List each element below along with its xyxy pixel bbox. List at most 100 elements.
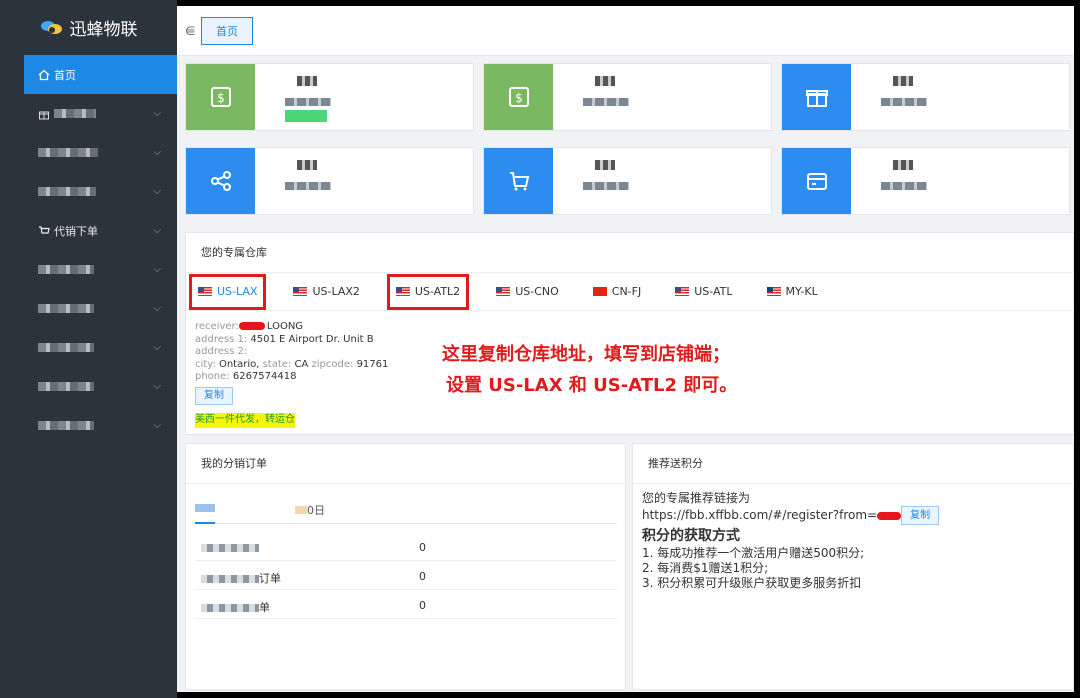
svg-text:$: $ (217, 91, 225, 105)
tab-us-atl[interactable]: US-ATL (671, 277, 736, 307)
stat-card[interactable] (185, 147, 474, 215)
distribution-orders-panel: 我的分销订单 0日 0 订单 0 单 0 (185, 443, 626, 690)
phone-value: 6267574418 (232, 371, 297, 382)
tab-label: US-LAX2 (312, 285, 360, 298)
table-row: 0 (195, 532, 617, 561)
menu-fold-icon[interactable]: ⋹ (185, 24, 197, 38)
sidebar-item-8[interactable]: ⌵ (0, 367, 177, 406)
tab-us-lax[interactable]: US-LAX (188, 273, 267, 310)
stat-card-content (553, 148, 771, 214)
stat-card-content (553, 64, 771, 130)
rule-item: 1. 每成功推荐一个激活用户赠送500积分; (642, 546, 865, 560)
panel-title: 我的分销订单 (186, 444, 625, 484)
stat-card-content (851, 64, 1069, 130)
sidebar-item-label (38, 265, 94, 274)
orders-tab-1[interactable] (195, 502, 215, 515)
row-label: 订单 (201, 570, 281, 586)
copy-link-button[interactable]: 复制 (901, 506, 940, 525)
points-body: 您的专属推荐链接为 https://fbb.xffbb.com/#/regist… (633, 484, 1073, 591)
field-label: state: (262, 358, 292, 370)
sidebar-item-6[interactable]: ⌵ (0, 289, 177, 328)
copy-address-button[interactable]: 复制 (195, 386, 233, 405)
tab-us-lax2[interactable]: US-LAX2 (289, 277, 363, 307)
sidebar-item-1[interactable]: ⌵ (0, 94, 177, 133)
rule-item: 2. 每消费$1赠送1积分; (642, 561, 769, 575)
panel-title: 您的专属仓库 (186, 233, 1073, 273)
sidebar-item-5[interactable]: ⌵ (0, 250, 177, 289)
rule-item: 3. 积分积累可升级账户获取更多服务折扣 (642, 576, 862, 590)
row-label: 单 (201, 599, 270, 615)
stat-card-content (255, 148, 473, 214)
tab-label: US-LAX (217, 285, 258, 298)
receiver-line: receiver: LOONG (195, 321, 1073, 334)
tab-my-kl[interactable]: MY-KL (763, 277, 822, 307)
address1-value: 4501 E Airport Dr. Unit B (250, 333, 374, 345)
state-value: CA (294, 358, 309, 370)
chevron-down-icon: ⌵ (153, 186, 161, 197)
annotation-text: 这里复制仓库地址，填写到店铺端； 设置 US-LAX 和 US-ATL2 即可。 (442, 339, 737, 401)
money-icon: $ (484, 64, 553, 130)
sidebar-item-7[interactable]: ⌵ (0, 328, 177, 367)
tab-label: US-ATL (694, 285, 733, 298)
row-label (201, 541, 259, 554)
stat-card[interactable]: $ (185, 63, 474, 131)
cn-flag-icon (592, 287, 607, 296)
stat-card[interactable] (781, 147, 1070, 215)
my-flag-icon (766, 287, 781, 296)
chevron-down-icon: ⌵ (153, 303, 161, 314)
stat-card[interactable] (483, 147, 772, 215)
referral-link[interactable]: https://fbb.xffbb.com/#/register?from= (642, 508, 877, 523)
stat-card-content (851, 148, 1069, 214)
stat-card[interactable] (781, 63, 1070, 131)
tab-home[interactable]: 首页 (201, 16, 253, 45)
share-icon (186, 148, 255, 214)
annotation-line: 设置 US-LAX 和 US-ATL2 即可。 (446, 375, 738, 396)
tab-label: MY-KL (785, 285, 818, 298)
table-row: 订单 0 (195, 561, 617, 590)
chevron-down-icon: ⌵ (153, 108, 161, 119)
us-flag-icon (675, 287, 690, 296)
chevron-down-icon: ⌵ (153, 381, 161, 392)
points-rules-title: 积分的获取方式 (642, 528, 740, 544)
tab-cn-fj[interactable]: CN-FJ (589, 277, 645, 307)
referral-link-row: https://fbb.xffbb.com/#/register?from= 复… (642, 506, 1073, 525)
field-label: zipcode: (311, 358, 354, 370)
warehouse-tabs: US-LAX US-LAX2 US-ATL2 US-CNO CN-FJ US-A… (186, 273, 1073, 311)
sidebar-item-9[interactable]: ⌵ (0, 406, 177, 445)
sidebar-item-dropship-order[interactable]: 代销下单 ⌵ (0, 211, 177, 250)
svg-text:$: $ (515, 91, 523, 105)
row-value: 0 (419, 599, 426, 612)
sidebar-item-2[interactable]: ⌵ (0, 133, 177, 172)
gift-icon (38, 108, 50, 120)
top-bar: ⋹ 首页 (177, 6, 1074, 56)
sidebar-item-label (38, 343, 94, 352)
sidebar-item-home[interactable]: 首页 (24, 55, 177, 94)
sidebar-item-label (38, 304, 94, 313)
orders-tab-2[interactable]: 0日 (295, 502, 325, 518)
money-icon: $ (186, 64, 255, 130)
row-value: 0 (419, 541, 426, 554)
warehouse-panel: 您的专属仓库 US-LAX US-LAX2 US-ATL2 US-CNO CN-… (185, 232, 1074, 435)
field-label: receiver: (195, 321, 239, 332)
app-logo[interactable]: 迅蜂物联 (0, 0, 177, 55)
annotation-line: 这里复制仓库地址，填写到店铺端； (442, 344, 730, 365)
panel-title: 推荐送积分 (633, 444, 1073, 484)
field-label: address 2: (195, 346, 248, 357)
referral-link-label: 您的专属推荐链接为 (642, 491, 751, 505)
us-flag-icon (198, 287, 212, 296)
sidebar-item-label (38, 187, 96, 196)
sidebar: 迅蜂物联 首页 ⌵ ⌵ ⌵ 代销下单 ⌵ ⌵ ⌵ ⌵ ⌵ ⌵ (0, 0, 177, 698)
tab-us-cno[interactable]: US-CNO (492, 277, 563, 307)
tab-us-atl2[interactable]: US-ATL2 (386, 273, 470, 310)
us-flag-icon (496, 287, 511, 296)
tab-label: 0日 (307, 504, 325, 517)
sidebar-item-3[interactable]: ⌵ (0, 172, 177, 211)
tab-label: US-CNO (515, 285, 559, 298)
stat-card[interactable]: $ (483, 63, 772, 131)
row-value: 0 (419, 570, 426, 583)
wallet-icon (782, 148, 851, 214)
app-name: 迅蜂物联 (69, 20, 138, 40)
field-label: address 1: (195, 333, 248, 345)
gift-icon (782, 64, 851, 130)
stat-card-content (255, 64, 473, 130)
